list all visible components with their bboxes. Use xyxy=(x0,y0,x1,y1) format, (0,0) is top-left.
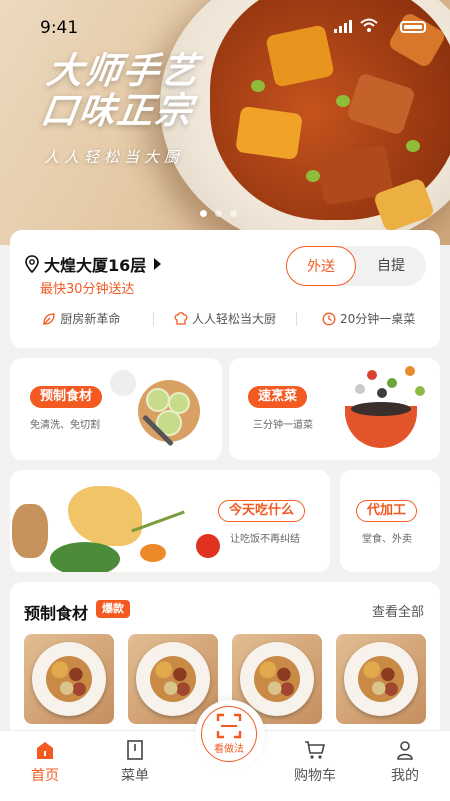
dish-image xyxy=(32,642,106,716)
view-recipe-label: 看做法 xyxy=(214,744,244,755)
pickup-mode-button[interactable]: 自提 xyxy=(356,246,426,286)
scan-icon xyxy=(216,713,242,739)
menu-book-icon xyxy=(127,740,143,760)
feature-label: 人人轻松当大厨 xyxy=(192,312,277,326)
home-icon xyxy=(37,742,53,759)
chef-hat-icon xyxy=(174,311,188,325)
feature-item: 厨房新革命 xyxy=(10,310,153,327)
leaf-icon xyxy=(43,312,55,325)
product-card[interactable] xyxy=(24,634,114,724)
category-desc: 三分钟一道菜 xyxy=(253,420,313,431)
nav-label: 首页 xyxy=(31,768,59,784)
section-title: 预制食材 xyxy=(24,604,89,623)
caret-right-icon xyxy=(154,258,162,270)
status-bar: 9:41 xyxy=(0,0,450,56)
broccoli-image xyxy=(50,542,120,572)
nav-menu[interactable]: 菜单 xyxy=(100,739,170,785)
nav-cart[interactable]: 购物车 xyxy=(280,739,350,785)
nav-home[interactable]: 首页 xyxy=(10,739,80,785)
delivery-mode-toggle: 外送 自提 xyxy=(286,246,426,286)
category-title: 今天吃什么 xyxy=(218,500,306,522)
carousel-indicator xyxy=(200,210,237,217)
battery-icon xyxy=(400,21,426,33)
carousel-dot[interactable] xyxy=(230,210,237,217)
category-card-today[interactable]: 今天吃什么 让吃饭不再纠结 xyxy=(10,470,330,572)
nav-label: 购物车 xyxy=(294,768,336,784)
category-desc: 免清洗、免切割 xyxy=(30,420,100,431)
feature-strip: 厨房新革命 人人轻松当大厨 20分钟一桌菜 xyxy=(10,310,440,327)
nav-label: 菜单 xyxy=(121,768,149,784)
hot-badge: 爆款 xyxy=(96,600,130,618)
nav-mine[interactable]: 我的 xyxy=(370,739,440,785)
carousel-dot[interactable] xyxy=(215,210,222,217)
category-card-prepared[interactable]: 预制食材 免清洗、免切割 xyxy=(10,358,222,460)
wifi-icon xyxy=(360,18,378,32)
shopping-cart-icon xyxy=(305,741,326,759)
feature-item: 20分钟一桌菜 xyxy=(297,310,440,327)
dish-image xyxy=(344,642,418,716)
feature-item: 人人轻松当大厨 xyxy=(154,310,297,327)
feature-label: 厨房新革命 xyxy=(60,312,121,326)
banner-subtitle: 人人轻松当大厨 xyxy=(44,148,185,166)
view-recipe-button[interactable]: 看做法 xyxy=(195,700,265,770)
status-time: 9:41 xyxy=(40,18,79,38)
hero-banner[interactable]: 大师手艺 口味正宗 人人轻松当大厨 9:41 xyxy=(0,0,450,245)
category-desc: 堂食、外卖 xyxy=(362,534,412,545)
user-icon xyxy=(397,741,413,760)
carousel-dot[interactable] xyxy=(200,210,207,217)
category-card-processing[interactable]: 代加工 堂食、外卖 xyxy=(340,470,440,572)
bread-image xyxy=(12,504,48,558)
dish-image xyxy=(240,642,314,716)
tomato-image xyxy=(196,534,220,558)
location-card: 大煌大厦16层 最快30分钟送达 外送 自提 厨房新革命 人人轻松当大厨 20分 xyxy=(10,230,440,348)
category-desc: 让吃饭不再纠结 xyxy=(230,534,300,545)
pasta-image xyxy=(68,486,142,546)
banner-title-line2: 口味正宗 xyxy=(38,91,197,132)
signal-icon xyxy=(334,20,352,33)
banner-title: 大师手艺 口味正宗 xyxy=(38,51,202,132)
delivery-eta: 最快30分钟送达 xyxy=(40,282,135,297)
banner-title-line1: 大师手艺 xyxy=(44,51,202,92)
dish-image xyxy=(136,642,210,716)
category-title: 速烹菜 xyxy=(248,386,308,408)
feature-label: 20分钟一桌菜 xyxy=(340,312,416,326)
location-pin-icon xyxy=(25,255,39,273)
category-card-quick[interactable]: 速烹菜 三分钟一道菜 xyxy=(229,358,440,460)
delivery-mode-button[interactable]: 外送 xyxy=(286,246,356,286)
category-title: 代加工 xyxy=(356,500,418,522)
category-title: 预制食材 xyxy=(30,386,103,408)
clock-icon xyxy=(322,312,336,325)
nav-label: 我的 xyxy=(391,768,419,784)
address-text: 大煌大厦16层 xyxy=(44,256,147,275)
view-all-link[interactable]: 查看全部 xyxy=(372,601,424,620)
product-card[interactable] xyxy=(336,634,426,724)
address-selector[interactable]: 大煌大厦16层 xyxy=(24,252,162,276)
